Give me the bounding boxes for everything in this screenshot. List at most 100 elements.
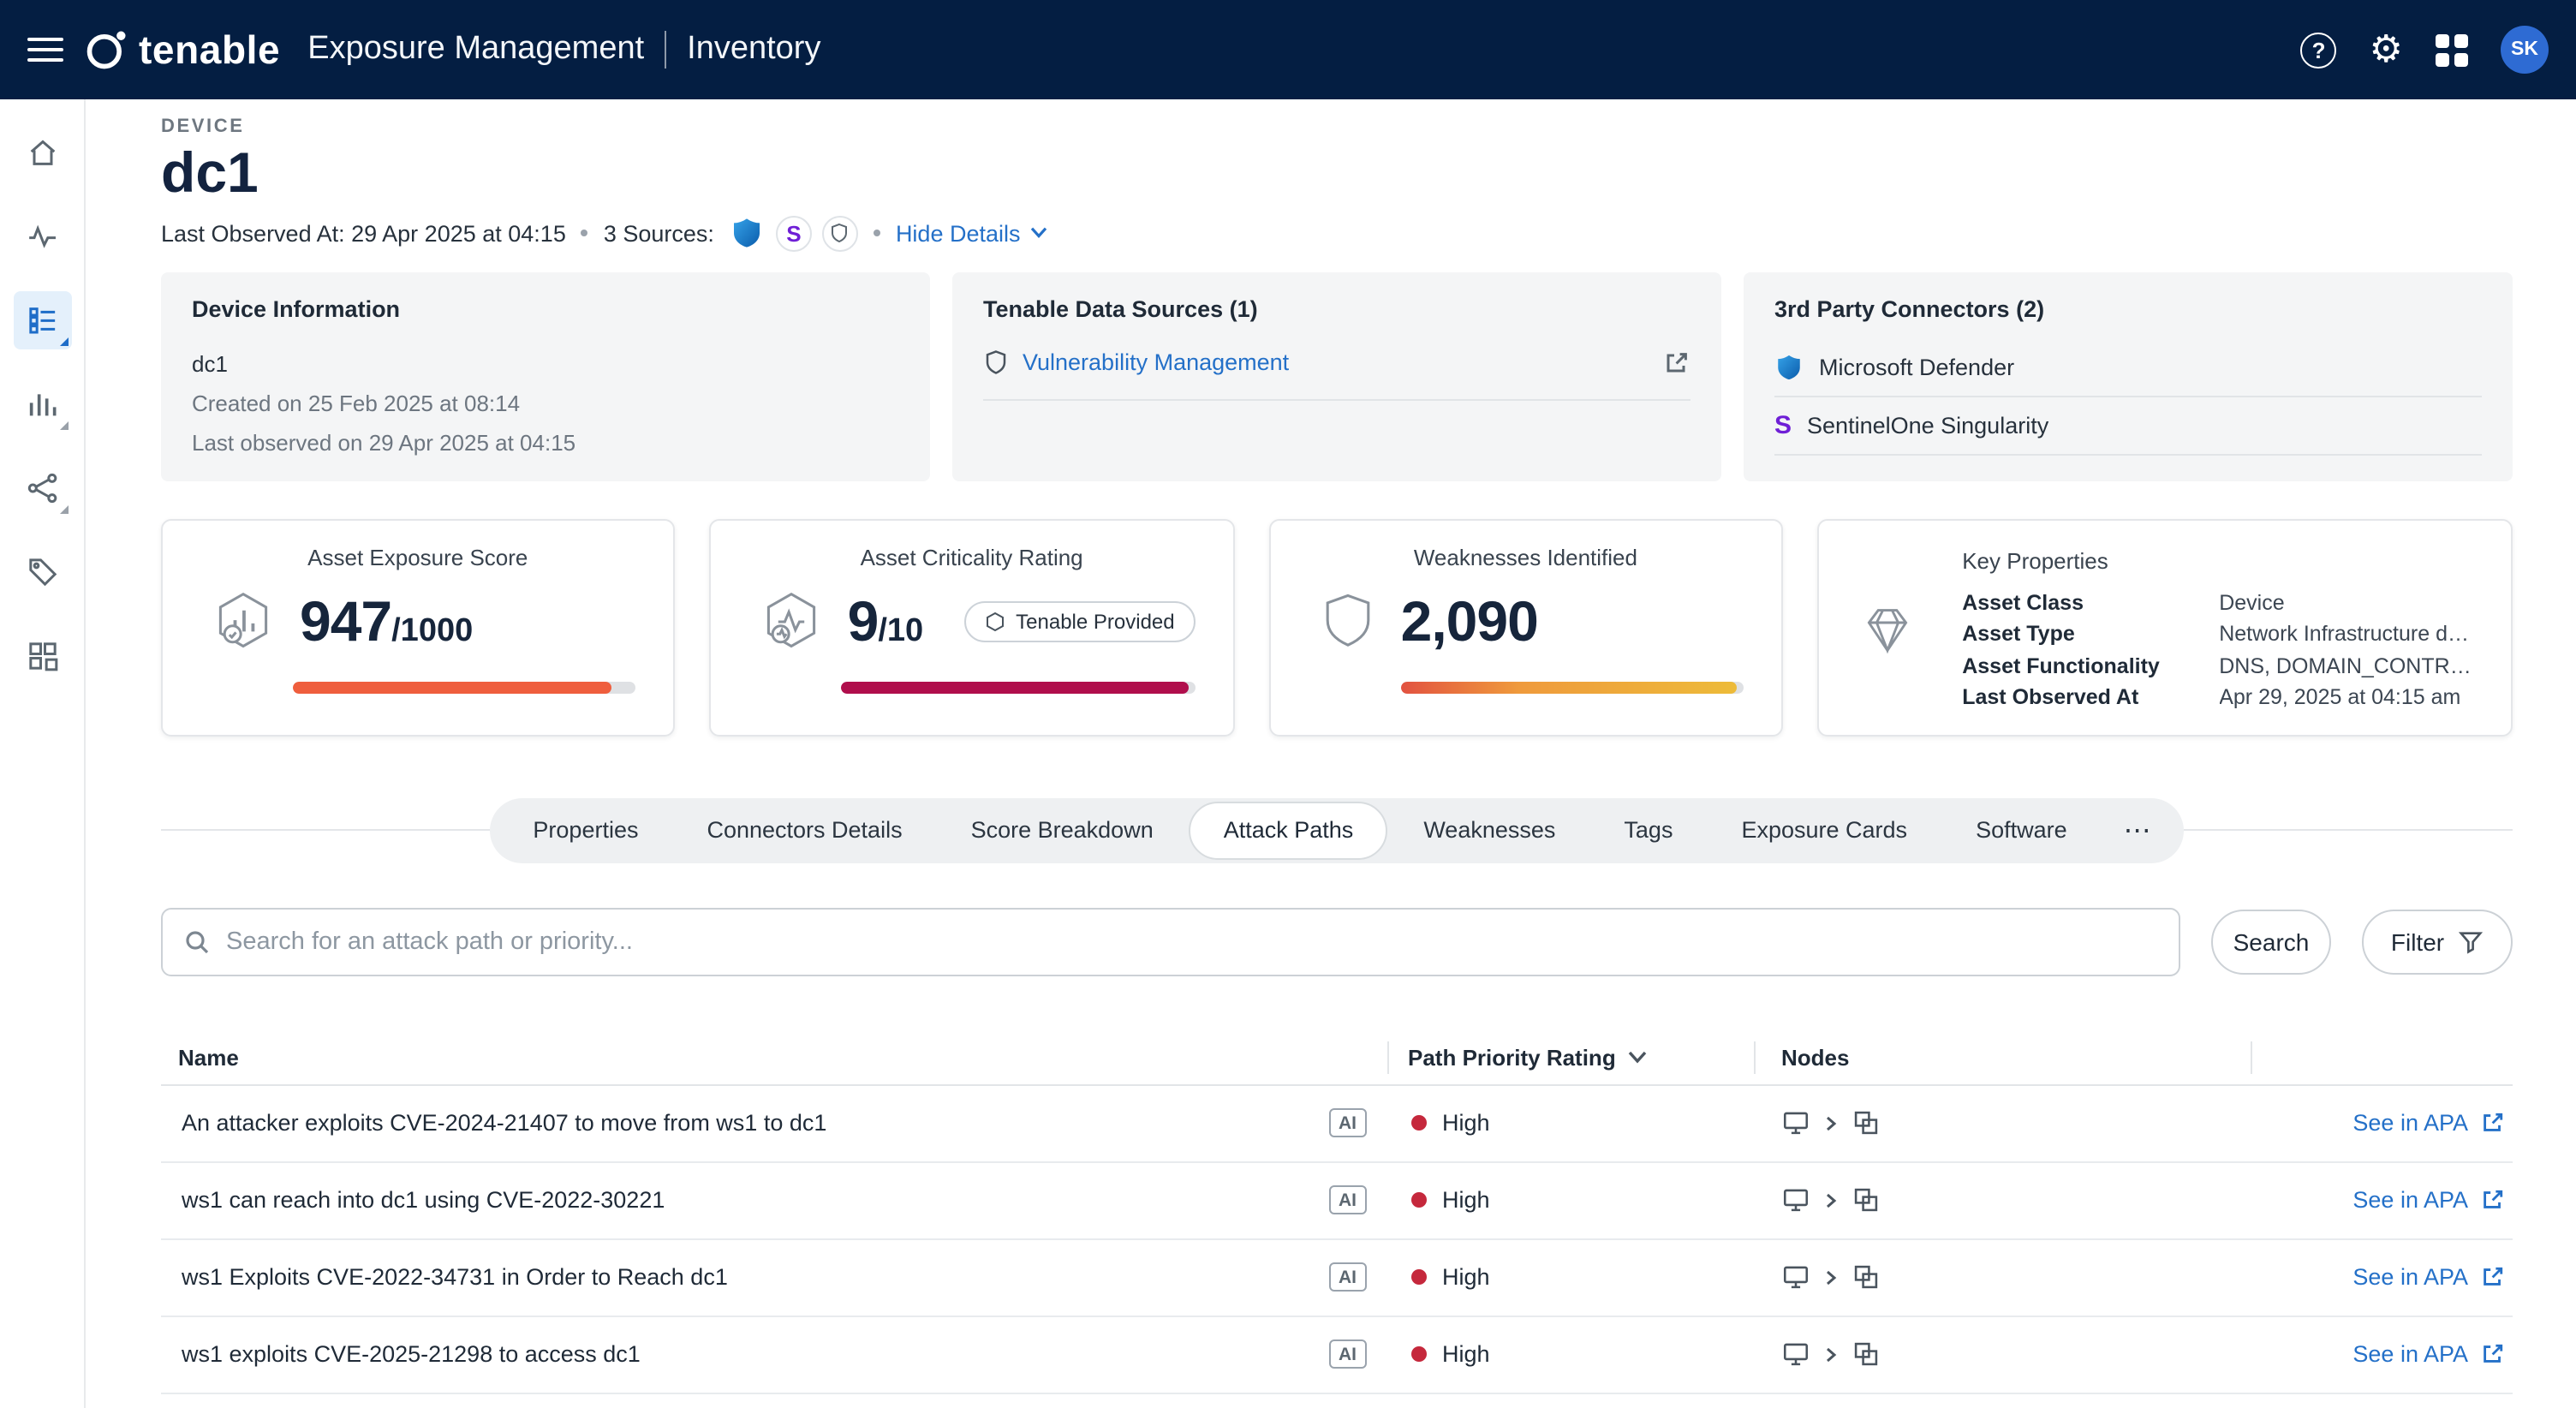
apps-grid-icon[interactable] (2436, 33, 2468, 66)
sort-icon[interactable] (1628, 1050, 1649, 1065)
tab-connectors-details[interactable]: Connectors Details (674, 802, 934, 860)
metric-value: 9 (848, 589, 879, 654)
table-row[interactable]: An attacker exploits CVE-2024-21407 to m… (161, 1086, 2513, 1163)
column-label: Path Priority Rating (1408, 1045, 1616, 1071)
tab-attack-paths[interactable]: Attack Paths (1190, 802, 1388, 860)
user-avatar[interactable]: SK (2501, 26, 2549, 74)
hexagon-icon (985, 612, 1005, 632)
data-source-row: Vulnerability Management (983, 349, 1690, 401)
card-title: Tenable Data Sources (1) (983, 296, 1690, 322)
table-row[interactable]: ws1 can reach into dc1 using CVE-2022-30… (161, 1163, 2513, 1240)
table-row[interactable]: ws1 exploits CVE-2025-21298 to access dc… (161, 1317, 2513, 1394)
tab-divider-line (161, 830, 490, 832)
tenable-provided-badge: Tenable Provided (964, 601, 1195, 642)
sidebar-item-tags[interactable] (13, 543, 71, 601)
external-link-icon[interactable] (2480, 1188, 2506, 1214)
bar-chart-icon (25, 387, 59, 421)
top-header: tenable Exposure Management Inventory ? … (0, 0, 2576, 99)
server-icon (1852, 1340, 1881, 1369)
tab-exposure-cards[interactable]: Exposure Cards (1708, 802, 1940, 860)
property-label: Asset Functionality (1962, 651, 2219, 683)
key-property-row: Last Observed At Apr 29, 2025 at 04:15 a… (1962, 683, 2473, 714)
sentinelone-glyph: S (786, 221, 801, 247)
sidebar-item-integrations[interactable] (13, 627, 71, 685)
metric-value: 2,090 (1401, 589, 1538, 654)
menu-icon[interactable] (27, 38, 63, 62)
tenable-vm-icon (822, 216, 858, 252)
chevron-right-icon[interactable] (1824, 1269, 1838, 1286)
progress-track (293, 682, 635, 694)
metric-cards: Asset Exposure Score 947 /1000 Asset Cri… (161, 519, 2513, 737)
hide-details-link[interactable]: Hide Details (896, 221, 1048, 247)
last-observed-text: Last Observed At: 29 Apr 2025 at 04:15 (161, 221, 566, 247)
external-link-icon[interactable] (2480, 1342, 2506, 1368)
property-value: Apr 29, 2025 at 04:15 am (2219, 683, 2473, 714)
ai-badge: AI (1328, 1186, 1367, 1215)
key-property-row: Asset Type Network Infrastructure device (1962, 619, 2473, 651)
sidebar-item-attack-path[interactable] (13, 459, 71, 517)
tab-weaknesses[interactable]: Weaknesses (1391, 802, 1588, 860)
sidebar-item-home[interactable] (13, 123, 71, 182)
chevron-right-icon[interactable] (1824, 1346, 1838, 1363)
external-link-icon[interactable] (1663, 349, 1690, 377)
search-input[interactable] (226, 928, 2158, 956)
app-window: tenable Exposure Management Inventory ? … (0, 0, 2576, 1408)
property-label: Asset Class (1962, 588, 2219, 619)
page-title: dc1 (161, 140, 2513, 206)
search-button[interactable]: Search (2211, 910, 2331, 975)
progress-fill (293, 682, 611, 694)
attack-path-name: An attacker exploits CVE-2024-21407 to m… (182, 1111, 1311, 1137)
bullet-separator (874, 230, 880, 237)
main-content: DEVICE dc1 Last Observed At: 29 Apr 2025… (86, 99, 2576, 1408)
metric-title: Weaknesses Identified (1309, 545, 1744, 570)
workstation-icon (1781, 1109, 1810, 1138)
property-value: Device (2219, 588, 2473, 619)
tab-properties[interactable]: Properties (500, 802, 671, 860)
device-information-card: Device Information dc1 Created on 25 Feb… (161, 272, 930, 481)
workstation-icon (1781, 1186, 1810, 1215)
device-name: dc1 (192, 351, 899, 377)
settings-icon[interactable]: ⚙ (2370, 31, 2403, 69)
chevron-right-icon[interactable] (1824, 1192, 1838, 1209)
tab-tags[interactable]: Tags (1591, 802, 1705, 860)
see-in-apa-link[interactable]: See in APA (2352, 1265, 2468, 1291)
filter-icon (2458, 929, 2484, 955)
tabs-row: Properties Connectors Details Score Brea… (161, 798, 2513, 863)
tab-overflow-icon[interactable]: ⋯ (2103, 802, 2174, 860)
property-value: DNS, DOMAIN_CONTROLLER, DS, ... (2219, 651, 2473, 683)
hide-details-label: Hide Details (896, 221, 1021, 247)
tag-icon (25, 555, 59, 589)
progress-fill (841, 682, 1189, 694)
key-properties-list: Asset Class Device Asset Type Network In… (1962, 588, 2473, 714)
table-row[interactable]: ws1 Exploits CVE-2022-34731 in Order to … (161, 1240, 2513, 1317)
connector-row: S SentinelOne Singularity (1774, 397, 2482, 456)
table-header: Name Path Priority Rating Nodes (161, 1031, 2513, 1086)
property-value: Network Infrastructure device (2219, 619, 2473, 651)
device-last-observed-text: Last observed on 29 Apr 2025 at 04:15 (192, 430, 899, 456)
badge-label: Tenable Provided (1016, 610, 1174, 634)
external-link-icon[interactable] (2480, 1265, 2506, 1291)
sidebar-item-inventory[interactable] (13, 291, 71, 349)
priority-label: High (1442, 1111, 1490, 1137)
see-in-apa-link[interactable]: See in APA (2352, 1188, 2468, 1214)
activity-icon (25, 219, 59, 254)
filter-button-label: Filter (2391, 928, 2444, 956)
metric-value: 947 (300, 589, 391, 654)
help-icon[interactable]: ? (2301, 32, 2337, 68)
vulnerability-management-link[interactable]: Vulnerability Management (1023, 350, 1289, 376)
tab-software[interactable]: Software (1943, 802, 2100, 860)
metric-title: Asset Criticality Rating (748, 545, 1196, 570)
external-link-icon[interactable] (2480, 1111, 2506, 1137)
priority-label: High (1442, 1265, 1490, 1291)
sidebar-item-dashboards[interactable] (13, 375, 71, 433)
filter-button[interactable]: Filter (2362, 910, 2513, 975)
attack-path-name: ws1 Exploits CVE-2022-34731 in Order to … (182, 1265, 1311, 1291)
see-in-apa-link[interactable]: See in APA (2352, 1111, 2468, 1137)
sidebar-item-activity[interactable] (13, 207, 71, 265)
priority-dot (1411, 1347, 1427, 1363)
see-in-apa-link[interactable]: See in APA (2352, 1342, 2468, 1368)
tab-score-breakdown[interactable]: Score Breakdown (939, 802, 1186, 860)
ai-badge: AI (1328, 1340, 1367, 1369)
weaknesses-shield-icon (1319, 591, 1377, 653)
chevron-right-icon[interactable] (1824, 1115, 1838, 1132)
